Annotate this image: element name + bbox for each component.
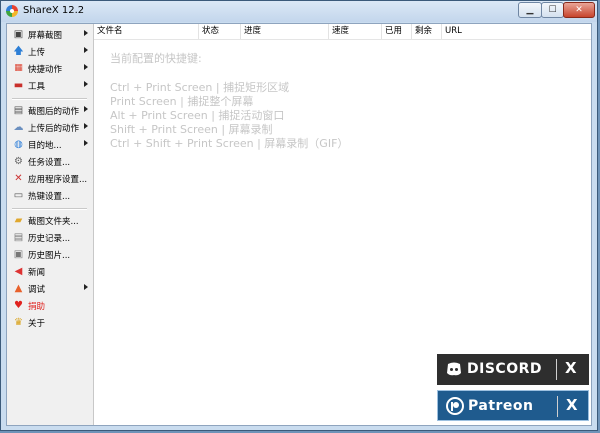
globe-icon: ◍	[14, 139, 23, 150]
hotkeys-title: 当前配置的快捷键:	[110, 52, 202, 65]
sidebar-item-label: 历史图片...	[28, 251, 71, 261]
minimize-button[interactable]: ▁	[518, 2, 542, 18]
patreon-label: Patreon	[468, 398, 534, 414]
sidebar-item-about[interactable]: ♛ 关于	[9, 315, 91, 331]
menu-separator	[12, 98, 87, 100]
cloud-upload-icon: ☁	[13, 122, 24, 133]
discord-logo-icon	[447, 362, 461, 376]
sidebar-item-label: 历史记录...	[28, 234, 71, 244]
sidebar-item-label: 捐助	[28, 302, 46, 312]
sidebar-item-app-settings[interactable]: ✕ 应用程序设置...	[9, 171, 91, 187]
close-button[interactable]: ✕	[563, 2, 595, 18]
image-actions-icon: ▤	[13, 105, 24, 116]
banner-divider	[556, 359, 557, 380]
sidebar-item-task-settings[interactable]: ⚙ 任务设置...	[9, 154, 91, 170]
sidebar-item-after-upload[interactable]: ☁ 上传后的动作	[9, 120, 91, 136]
sidebar-item-label: 上传	[28, 48, 46, 58]
sidebar-item-upload[interactable]: 🡅 上传	[9, 44, 91, 60]
folder-icon: ▰	[14, 215, 23, 226]
patreon-banner[interactable]: Patreon X	[437, 390, 589, 421]
submenu-arrow-icon	[84, 123, 88, 129]
sidebar-item-label: 新闻	[28, 268, 46, 278]
discord-label: DISCORD	[467, 361, 542, 377]
grid-icon: ▦	[14, 63, 23, 73]
patreon-close-button[interactable]: X	[566, 396, 578, 414]
sidebar-item-label: 屏幕截图	[28, 31, 63, 41]
column-header-progress[interactable]: 进度	[241, 24, 329, 39]
sidebar-item-tools[interactable]: ▬ 工具	[9, 78, 91, 94]
history-icon: ▤	[13, 232, 24, 243]
warning-cone-icon: ▲	[14, 283, 23, 294]
discord-banner[interactable]: DISCORD X	[437, 354, 589, 385]
sidebar-item-debug[interactable]: ▲ 调试	[9, 281, 91, 297]
sidebar-item-label: 上传后的动作	[28, 124, 80, 134]
sidebar-item-label: 热键设置...	[28, 192, 71, 202]
sidebar-item-donate[interactable]: ♥ 捐助	[9, 298, 91, 314]
sidebar-item-label: 截图文件夹...	[28, 217, 79, 227]
sidebar-item-label: 快捷动作	[28, 65, 63, 75]
submenu-arrow-icon	[84, 284, 88, 290]
hotkey-line: Ctrl + Shift + Print Screen | 屏幕录制（GIF）	[110, 137, 349, 150]
crown-icon: ♛	[14, 317, 23, 328]
sidebar-item-label: 关于	[28, 319, 46, 329]
banner-divider	[557, 396, 558, 417]
column-header-row: 文件名 状态 进度 速度 已用 剩余 URL	[94, 24, 591, 40]
submenu-arrow-icon	[84, 30, 88, 36]
sidebar-item-label: 调试	[28, 285, 46, 295]
sidebar-item-hotkey-settings[interactable]: ▭ 热键设置...	[9, 188, 91, 204]
sidebar-item-history[interactable]: ▤ 历史记录...	[9, 230, 91, 246]
sidebar-item-label: 目的地...	[28, 141, 62, 151]
keyboard-icon: ▭	[13, 190, 24, 201]
title-bar[interactable]: ShareX 12.2 ▁ ☐ ✕	[1, 1, 597, 22]
maximize-button[interactable]: ☐	[541, 2, 564, 18]
wrench-icon: ✕	[14, 173, 23, 184]
submenu-arrow-icon	[84, 81, 88, 87]
main-window: ShareX 12.2 ▁ ☐ ✕ ▣ 屏幕截图 🡅 上传 ▦ 快捷动作 ▬ 工…	[0, 0, 598, 431]
submenu-arrow-icon	[84, 64, 88, 70]
submenu-arrow-icon	[84, 47, 88, 53]
sharex-logo-icon	[6, 5, 18, 17]
sidebar-item-screenshots-folder[interactable]: ▰ 截图文件夹...	[9, 213, 91, 229]
image-history-icon: ▣	[13, 249, 24, 260]
sidebar-item-capture[interactable]: ▣ 屏幕截图	[9, 27, 91, 43]
column-header-url[interactable]: URL	[442, 24, 591, 39]
sidebar-item-image-history[interactable]: ▣ 历史图片...	[9, 247, 91, 263]
submenu-arrow-icon	[84, 140, 88, 146]
gear-icon: ⚙	[14, 156, 23, 167]
sidebar-item-label: 任务设置...	[28, 158, 71, 168]
submenu-arrow-icon	[84, 106, 88, 112]
sidebar-item-label: 工具	[28, 82, 46, 92]
heart-icon: ♥	[14, 300, 23, 311]
sidebar-item-label: 应用程序设置...	[28, 175, 88, 185]
sidebar-item-label: 截图后的动作	[28, 107, 80, 117]
discord-close-button[interactable]: X	[565, 359, 577, 377]
column-header-elapsed[interactable]: 已用	[382, 24, 412, 39]
toolbox-icon: ▬	[13, 80, 24, 91]
column-header-speed[interactable]: 速度	[329, 24, 382, 39]
sidebar-item-destinations[interactable]: ◍ 目的地...	[9, 137, 91, 153]
megaphone-icon: ◀	[14, 266, 23, 277]
column-header-filename[interactable]: 文件名	[94, 24, 199, 39]
sidebar-item-after-capture[interactable]: ▤ 截图后的动作	[9, 103, 91, 119]
sidebar-menu: ▣ 屏幕截图 🡅 上传 ▦ 快捷动作 ▬ 工具 ▤ 截图后的动作 ☁ 上传后的动…	[7, 24, 94, 425]
column-header-remaining[interactable]: 剩余	[412, 24, 442, 39]
upload-arrow-icon: 🡅	[13, 46, 24, 57]
menu-separator	[12, 208, 87, 210]
window-title: ShareX 12.2	[23, 5, 85, 16]
camera-icon: ▣	[13, 29, 24, 40]
sidebar-item-workflows[interactable]: ▦ 快捷动作	[9, 61, 91, 77]
column-header-status[interactable]: 状态	[199, 24, 241, 39]
patreon-logo-icon	[446, 397, 464, 415]
sidebar-item-news[interactable]: ◀ 新闻	[9, 264, 91, 280]
